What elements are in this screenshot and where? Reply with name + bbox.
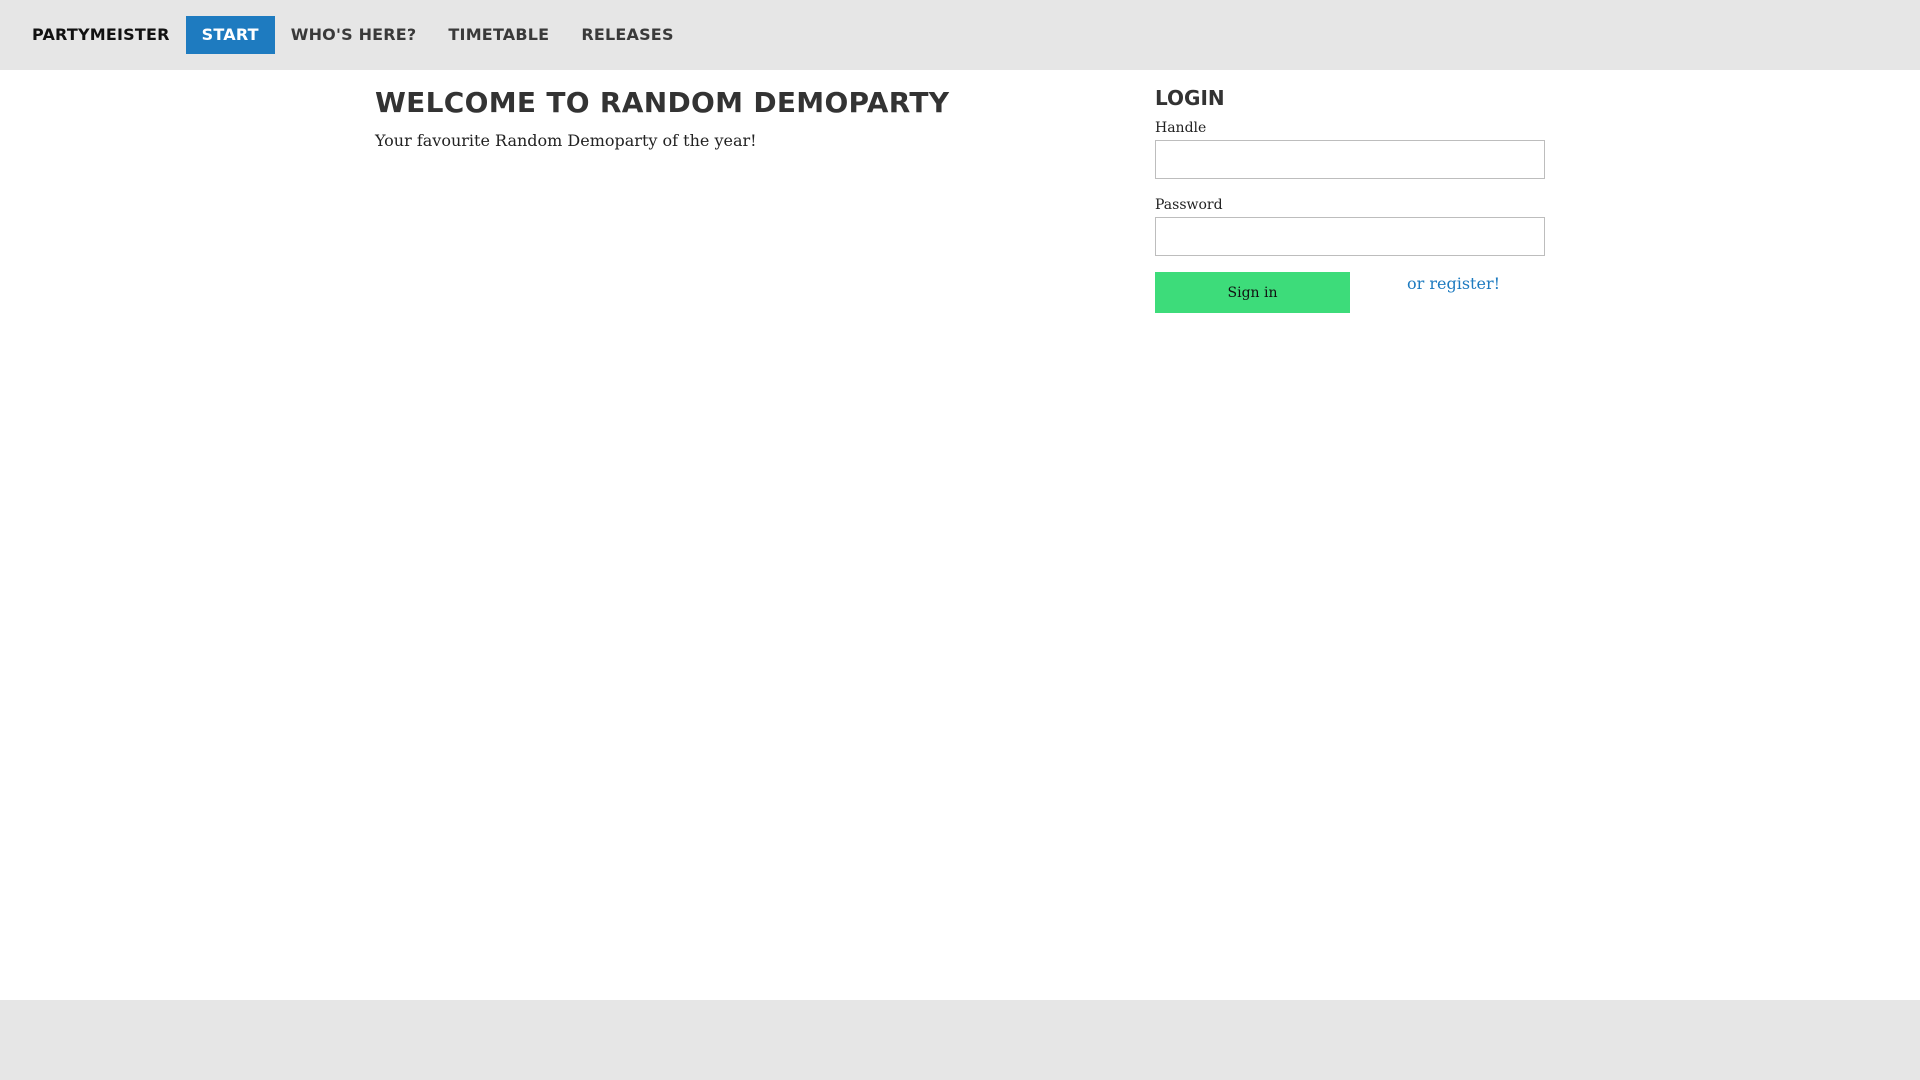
handle-input[interactable]	[1155, 140, 1545, 179]
top-navigation-bar: PARTYMEISTER START WHO'S HERE? TIMETABLE…	[0, 0, 1920, 70]
page-footer	[0, 1000, 1920, 1080]
sign-in-button[interactable]: Sign in	[1155, 272, 1350, 313]
nav-item-timetable[interactable]: TIMETABLE	[432, 16, 565, 54]
nav-item-whos-here[interactable]: WHO'S HERE?	[275, 16, 433, 54]
login-panel: LOGIN Handle Password Sign in or registe…	[1155, 86, 1545, 314]
page-title: WELCOME TO RANDOM DEMOPARTY	[375, 86, 950, 119]
login-heading: LOGIN	[1155, 86, 1225, 110]
welcome-subtitle: Your favourite Random Demoparty of the y…	[375, 131, 757, 150]
welcome-section: WELCOME TO RANDOM DEMOPARTY Your favouri…	[375, 86, 1075, 150]
login-actions: Sign in or register!	[1155, 272, 1545, 314]
handle-label: Handle	[1155, 120, 1207, 136]
nav-item-releases[interactable]: RELEASES	[565, 16, 689, 54]
brand-logo-link[interactable]: PARTYMEISTER	[16, 16, 186, 54]
password-input[interactable]	[1155, 217, 1545, 256]
register-link[interactable]: or register!	[1407, 274, 1500, 293]
nav-item-start[interactable]: START	[185, 16, 275, 54]
main-content: WELCOME TO RANDOM DEMOPARTY Your favouri…	[0, 70, 1920, 1000]
password-label: Password	[1155, 197, 1223, 213]
